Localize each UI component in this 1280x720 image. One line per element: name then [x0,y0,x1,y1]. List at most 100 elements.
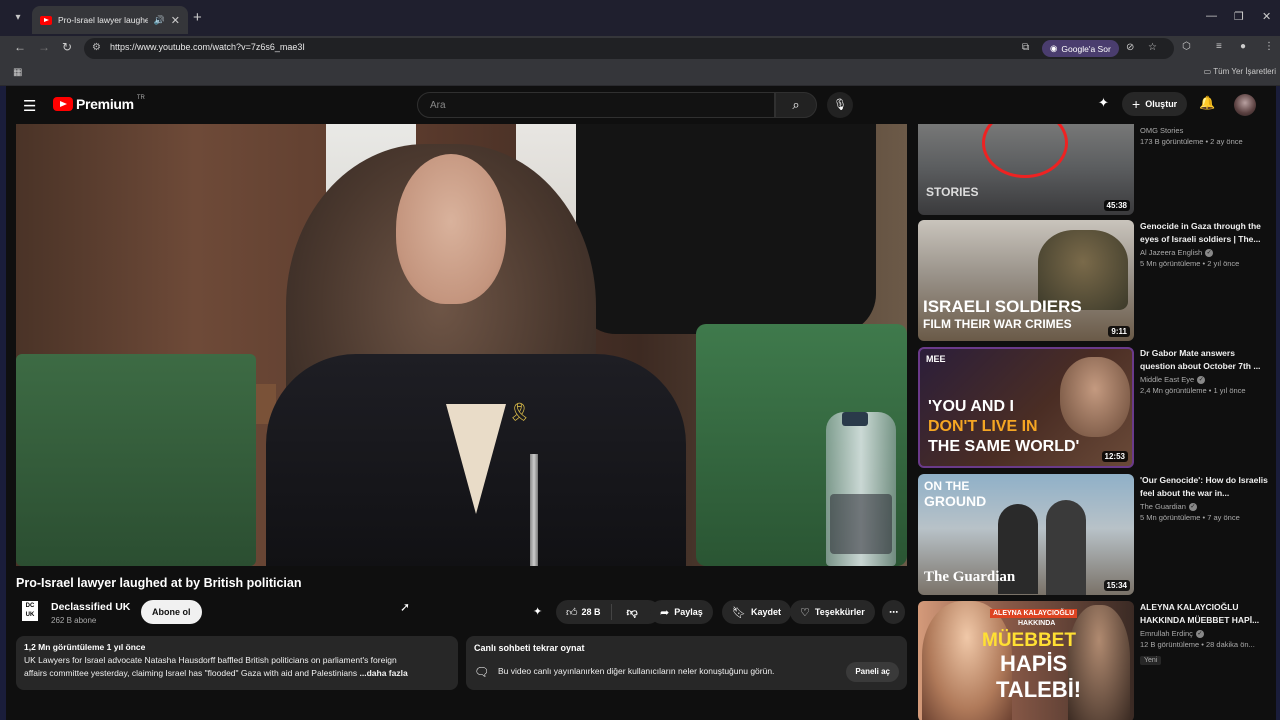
voice-search-button[interactable]: 🎙 [827,92,853,118]
recommendation-item[interactable]: ON THE GROUND The Guardian 15:34 'Our Ge… [918,474,1276,596]
chat-replay-text: Bu video canlı yayınlanırken diğer kulla… [498,666,775,676]
recommendation-channel: OMG Stories [1140,126,1270,135]
thanks-button[interactable]: ♡ Teşekkürler [790,600,875,624]
like-button[interactable]: 👍︎ 28 B [556,604,612,620]
video-thumbnail[interactable]: ON THE GROUND The Guardian 15:34 [918,474,1134,595]
thumbnail-line-1: ISRAELI SOLDIERS [923,297,1082,316]
search-input[interactable] [418,93,748,117]
search-box [417,92,775,118]
open-panel-button[interactable]: Paneli aç [846,662,899,682]
recommendation-info: Genocide in Gaza through the eyes of Isr… [1140,220,1270,268]
description-line-2: affairs committee yesterday, claiming Is… [24,668,358,678]
bottle-cap [842,412,868,426]
chat-replay-title: Canlı sohbeti tekrar oynat [474,643,585,653]
youtube-logo[interactable]: Premium TR [53,95,145,112]
recommendations-sidebar: STORIES 45:38 OMG Stories 173 B görüntül… [918,124,1276,720]
apps-grid-icon[interactable]: ▦ [13,67,22,78]
recommendation-item[interactable]: ALEYNA KALAYCIOĞLU HAKKINDA MÜEBBET HAPİ… [918,601,1276,720]
mic-icon: 🎙 [833,99,847,111]
address-bar[interactable]: ⚙ https://www.youtube.com/watch?v=7z6s6_… [84,38,1174,59]
all-bookmarks[interactable]: ▭ Tüm Yer İşaretleri [1204,67,1276,76]
eye-slash-icon[interactable]: ⊘ [1126,42,1134,53]
masthead: ☰ Premium TR ⌕ 🎙 ✦ + Oluştur 🔔 [6,86,1276,124]
all-bookmarks-label: Tüm Yer İşaretleri [1213,67,1276,76]
save-button[interactable]: 🔖︎ Kaydet [722,600,791,624]
subscribe-button[interactable]: Abone ol [141,600,202,624]
tab-title: Pro-Israel lawyer laughed at [58,15,148,25]
channel-name[interactable]: Declassified UK [51,601,130,613]
verified-check-icon: ✓ [1197,375,1206,384]
minimize-icon[interactable]: — [1206,10,1217,22]
tab-close-icon[interactable]: ✕ [171,14,180,27]
thanks-label: Teşekkürler [814,607,865,617]
background-suit [576,124,876,334]
recommendation-item[interactable]: STORIES 45:38 OMG Stories 173 B görüntül… [918,124,1276,216]
video-duration: 15:34 [1103,580,1130,591]
description-box[interactable]: 1,2 Mn görüntüleme 1 yıl önce UK Lawyers… [16,636,458,690]
thumbs-up-icon: 👍︎ [566,606,578,619]
video-thumbnail[interactable]: ISRAELI SOLDIERS FILM THEIR WAR CRIMES 9… [918,220,1134,341]
media-controls-icon[interactable]: ≡ [1216,41,1222,52]
recommendation-title[interactable]: Genocide in Gaza through the eyes of Isr… [1140,220,1270,246]
youtube-page: ☰ Premium TR ⌕ 🎙 ✦ + Oluştur 🔔 🎗 [6,86,1276,720]
new-badge: Yeni [1140,656,1162,665]
browser-tab-bar: ▾ Pro-Israel lawyer laughed at 🔊 ✕ + — ❐… [0,0,1280,36]
thumbnail-line-2: FILM THEIR WAR CRIMES [923,317,1072,331]
tab-list-chevron-icon[interactable]: ▾ [10,10,26,26]
thumbnail-text: STORIES [926,185,979,199]
recommendation-title[interactable]: Dr Gabor Mate answers question about Oct… [1140,347,1270,373]
bookmarks-bar: ▦ ▭ Tüm Yer İşaretleri [0,60,1280,86]
share-button[interactable]: ➦ Paylaş [650,600,713,624]
bookmark-star-icon[interactable]: ☆ [1148,42,1157,53]
magic-wand-icon[interactable]: ✦ [1098,95,1109,111]
verified-check-icon: ✓ [1195,629,1204,638]
speaker-icon[interactable]: 🔊 [154,15,165,26]
recommendation-item[interactable]: MEE 'YOU AND I DON'T LIVE IN THE SAME WO… [918,347,1276,469]
reload-icon[interactable]: ↻ [62,40,72,54]
hamburger-menu-icon[interactable]: ☰ [23,97,36,115]
dislike-button[interactable]: 👎︎ [617,606,648,619]
speaker-figure [1060,357,1130,437]
notifications-bell-icon[interactable]: 🔔 [1199,95,1215,111]
video-title: Pro-Israel lawyer laughed at by British … [16,576,302,590]
thumbnail-line-3: THE SAME WORLD' [928,438,1080,455]
folder-icon: ▭ [1203,67,1212,76]
recommendation-item[interactable]: ISRAELI SOLDIERS FILM THEIR WAR CRIMES 9… [918,220,1276,342]
description-line-1: UK Lawyers for Israel advocate Natasha H… [24,655,397,665]
show-more-link[interactable]: ...daha fazla [360,668,408,678]
browser-tab[interactable]: Pro-Israel lawyer laughed at 🔊 ✕ [32,6,188,34]
man-figure [1068,605,1130,720]
maximize-icon[interactable]: ❐ [1234,10,1244,23]
url-text[interactable]: https://www.youtube.com/watch?v=7z6s6_ma… [110,42,305,52]
forward-icon[interactable]: → [38,40,50,54]
video-player[interactable]: 🎗 [16,124,907,566]
recommendation-title[interactable]: 'Our Genocide': How do Israelis feel abo… [1140,474,1270,500]
thumbnail-line-1: ON THE [924,479,970,493]
window-close-icon[interactable]: ✕ [1262,10,1271,23]
recommendation-title[interactable]: ALEYNA KALAYCIOĞLU HAKKINDA MÜEBBET HAPİ… [1140,601,1270,627]
recommendation-channel: Emrullah Erdinç ✓ [1140,629,1270,638]
search-button[interactable]: ⌕ [775,92,817,118]
new-tab-icon[interactable]: + [193,10,202,26]
site-info-icon[interactable]: ⚙ [92,42,101,53]
recommendation-channel: Al Jazeera English ✓ [1140,248,1270,257]
person-figure-2 [1046,500,1086,595]
ask-google-button[interactable]: ◉ Google'a Sor [1042,40,1119,57]
extensions-icon[interactable]: ⬡ [1182,41,1191,52]
cast-icon[interactable]: ⧉ [1022,42,1029,53]
back-icon[interactable]: ← [14,40,26,54]
channel-logo[interactable]: DC UK [22,601,38,621]
profile-icon[interactable]: ● [1240,41,1246,52]
avatar[interactable] [1234,94,1256,116]
menu-icon[interactable]: ⋮ [1264,41,1274,52]
lens-icon: ◉ [1050,43,1058,53]
description-line-2-wrap: affairs committee yesterday, claiming Is… [24,667,450,680]
ask-ai-icon[interactable]: ✦ [533,605,542,618]
more-actions-button[interactable]: ⋯ [882,600,905,624]
thumbnail-line-2: DON'T LIVE IN [928,418,1038,435]
video-thumbnail[interactable]: STORIES 45:38 [918,124,1134,215]
video-thumbnail[interactable]: MEE 'YOU AND I DON'T LIVE IN THE SAME WO… [918,347,1134,468]
create-button[interactable]: + Oluştur [1122,92,1188,116]
recommendation-meta: 12 B görüntüleme • 28 dakika ön... [1140,640,1255,649]
video-thumbnail[interactable]: ALEYNA KALAYCIOĞLU HAKKINDA MÜEBBET HAPİ… [918,601,1134,720]
